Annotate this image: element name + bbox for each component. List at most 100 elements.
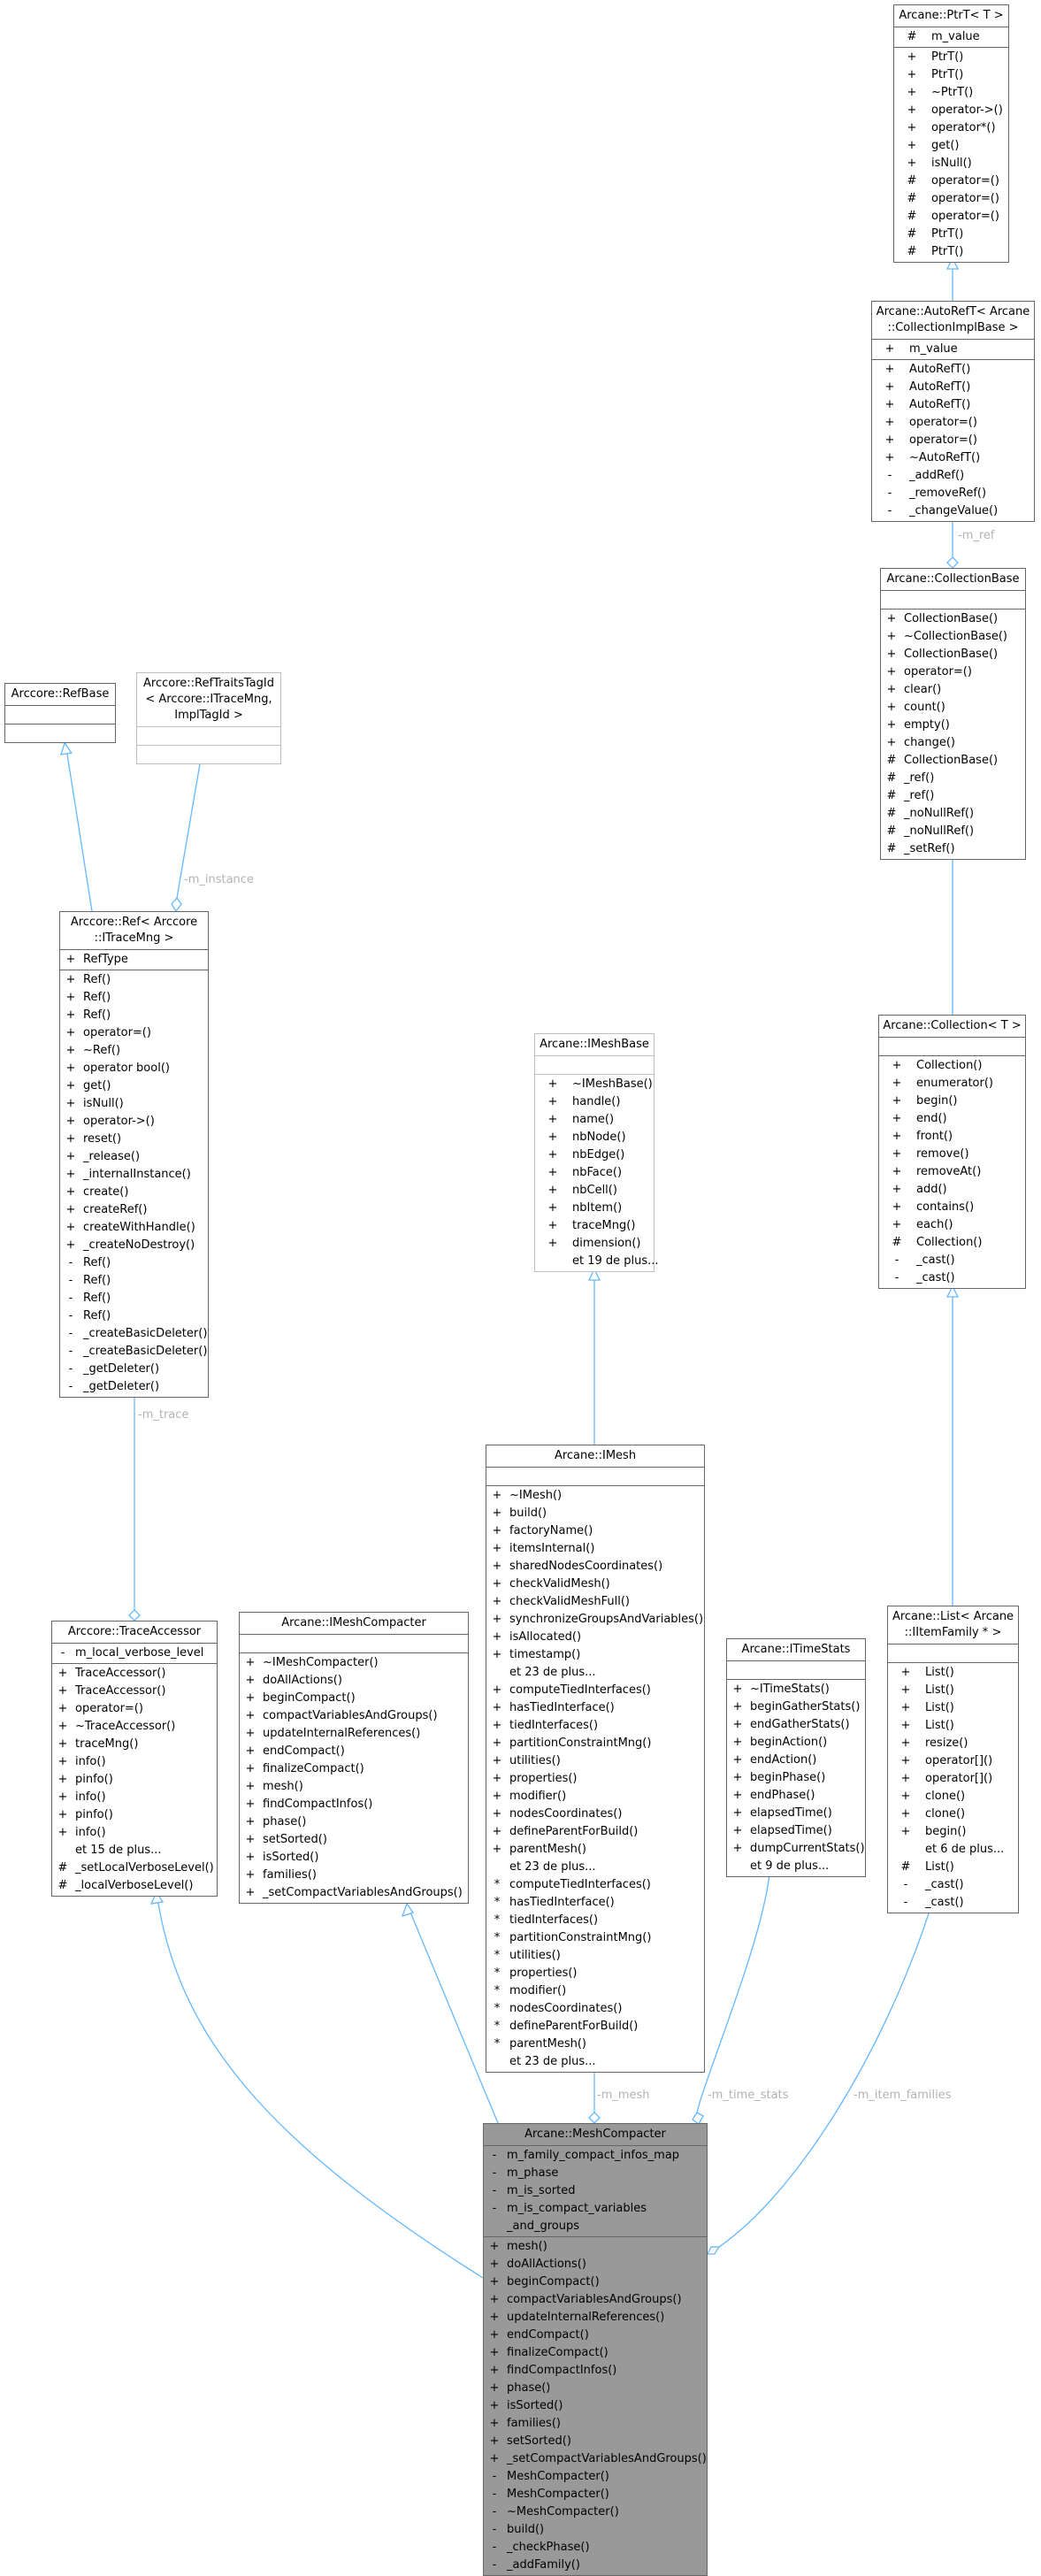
class-traceaccessor[interactable]: Arccore::TraceAccessor - m_local_verbose_l… [51, 1621, 218, 1897]
method-name: _ref() [904, 771, 935, 785]
class-title: Arcane::ITimeStats [727, 1639, 865, 1661]
method-name: ~IMesh() [509, 1489, 563, 1502]
visibility-marker: # [886, 824, 897, 838]
method-name: doAllActions() [507, 2258, 586, 2271]
method-row: + end() [879, 1110, 1025, 1128]
class-ptrt[interactable]: Arcane::PtrT< T > # m_value + PtrT() + PtrT() +… [893, 4, 1009, 263]
visibility-marker: + [57, 1667, 68, 1680]
visibility-marker: + [245, 1709, 256, 1722]
method-name: _createBasicDeleter() [83, 1345, 208, 1358]
class-reftraits[interactable]: Arccore::RefTraitsTagId < Arccore::ITrac… [136, 672, 281, 764]
visibility-marker: + [489, 2417, 500, 2430]
method-name: doAllActions() [263, 1674, 342, 1687]
method-section: + Ref() + Ref() + Ref() + operator=() + ~Ref() + op… [60, 970, 208, 1397]
method-name: computeTiedInterfaces() [509, 1878, 651, 1891]
method-row: - _createBasicDeleter() [60, 1325, 208, 1343]
visibility-marker: + [892, 1112, 902, 1125]
method-name: front() [916, 1130, 953, 1143]
visibility-marker: + [547, 1219, 558, 1232]
method-row: + mesh() [484, 2238, 707, 2256]
visibility-marker: + [245, 1815, 256, 1828]
method-name: beginPhase() [750, 1771, 826, 1784]
more-members-link[interactable]: et 23 de plus... [486, 1664, 704, 1682]
method-row: + operator=() [872, 432, 1034, 449]
method-row: + doAllActions() [240, 1672, 468, 1690]
class-imesh[interactable]: Arcane::IMesh + ~IMesh() + build() + factoryNa… [486, 1445, 705, 2073]
class-list[interactable]: Arcane::List< Arcane ::IItemFamily * > + L… [887, 1606, 1019, 1913]
edge-ref-refbase [60, 741, 93, 912]
more-members-link[interactable]: et 19 de plus... [535, 1253, 659, 1270]
visibility-marker: + [57, 1720, 68, 1733]
method-row: + defineParentForBuild() [486, 1823, 704, 1841]
visibility-marker: + [489, 2311, 500, 2324]
method-row: + List() [888, 1664, 1018, 1682]
visibility-marker: + [492, 1613, 502, 1626]
method-row: + CollectionBase() [881, 646, 1025, 663]
visibility-marker: + [57, 1773, 68, 1786]
attribute-name: m_value [931, 30, 980, 43]
method-name: Ref() [83, 1008, 111, 1022]
more-members-link[interactable]: et 6 de plus... [888, 1841, 1018, 1859]
method-name: operator=() [909, 416, 977, 429]
method-row: + endCompact() [484, 2327, 707, 2344]
method-row: + setSorted() [240, 1831, 468, 1849]
method-row: # _noNullRef() [881, 805, 1025, 823]
method-name: clone() [925, 1807, 966, 1821]
method-name: get() [83, 1079, 111, 1092]
method-section: + ~ITimeStats() + beginGatherStats() + endGat… [727, 1680, 865, 1876]
method-name: reset() [83, 1132, 122, 1146]
method-name: compactVariablesAndGroups() [507, 2293, 682, 2306]
method-row: + _setCompactVariablesAndGroups() [240, 1884, 468, 1902]
method-name: isAllocated() [509, 1630, 582, 1644]
class-ref[interactable]: Arccore::Ref< Arccore ::ITraceMng > + RefT… [59, 911, 209, 1398]
visibility-marker: + [907, 104, 917, 117]
visibility-marker: + [547, 1148, 558, 1162]
visibility-marker: * [494, 2020, 501, 2033]
attribute-section [727, 1661, 865, 1680]
more-members-link[interactable]: et 15 de plus... [52, 1842, 217, 1859]
visibility-marker: + [732, 1789, 743, 1802]
method-name: clone() [925, 1790, 966, 1803]
attribute-name: m_is_sorted [507, 2184, 576, 2197]
attribute-section: # m_value [894, 27, 1008, 48]
method-name: resize() [925, 1736, 968, 1750]
visibility-marker: + [900, 1807, 911, 1821]
visibility-marker: + [892, 1147, 902, 1161]
class-refbase[interactable]: Arccore::RefBase [4, 683, 116, 743]
edge-traceaccessor-ref [128, 1391, 141, 1622]
class-imeshbase[interactable]: Arcane::IMeshBase + ~IMeshBase() + handle() +… [534, 1033, 659, 1272]
visibility-marker: + [489, 2364, 500, 2377]
visibility-marker: + [900, 1772, 911, 1785]
visibility-marker: + [65, 1062, 76, 1075]
class-collectionbase[interactable]: Arcane::CollectionBase + CollectionBase() +… [880, 568, 1026, 860]
method-row: + Ref() [60, 1007, 208, 1024]
visibility-marker: - [492, 2558, 497, 2572]
attribute-section [240, 1635, 468, 1653]
edge-label-m-time-stats: -m_time_stats [708, 2089, 789, 2102]
method-row: - _createBasicDeleter() [60, 1343, 208, 1361]
method-row: + sharedNodesCoordinates() [486, 1558, 704, 1576]
class-autoreft[interactable]: Arcane::AutoRefT< Arcane ::CollectionImp… [871, 301, 1035, 522]
class-imeshcompacter[interactable]: Arcane::IMeshCompacter + ~IMeshCompacter()… [239, 1612, 469, 1904]
more-members-link[interactable]: et 23 de plus... [486, 1859, 704, 1876]
visibility-marker [486, 2053, 508, 2071]
method-name: CollectionBase() [904, 648, 999, 661]
method-name: Ref() [83, 1274, 111, 1287]
method-row: + hasTiedInterface() [486, 1699, 704, 1717]
method-name: et 6 de plus... [925, 1843, 1005, 1856]
visibility-marker: + [884, 342, 895, 356]
method-name: traceMng() [75, 1737, 139, 1751]
more-members-link[interactable]: et 9 de plus... [727, 1858, 865, 1875]
class-meshcompacter[interactable]: Arcane::MeshCompacter - m_family_compact_i… [483, 2123, 708, 2576]
more-members-link[interactable]: et 23 de plus... [486, 2053, 704, 2071]
method-name: TraceAccessor() [75, 1667, 166, 1680]
class-title: Arcane::AutoRefT< Arcane ::CollectionImp… [872, 302, 1034, 340]
class-itimestats[interactable]: Arcane::ITimeStats+ ~ITimeStats() + beginGa… [726, 1638, 866, 1877]
method-row: + AutoRefT() [872, 379, 1034, 396]
method-name: ~TraceAccessor() [75, 1720, 176, 1733]
method-name: CollectionBase() [904, 612, 999, 625]
visibility-marker [486, 1664, 508, 1682]
class-collection[interactable]: Arcane::Collection< T > + Collection() + enu… [878, 1015, 1026, 1289]
visibility-marker: + [547, 1095, 558, 1108]
method-name: defineParentForBuild() [509, 2020, 639, 2033]
